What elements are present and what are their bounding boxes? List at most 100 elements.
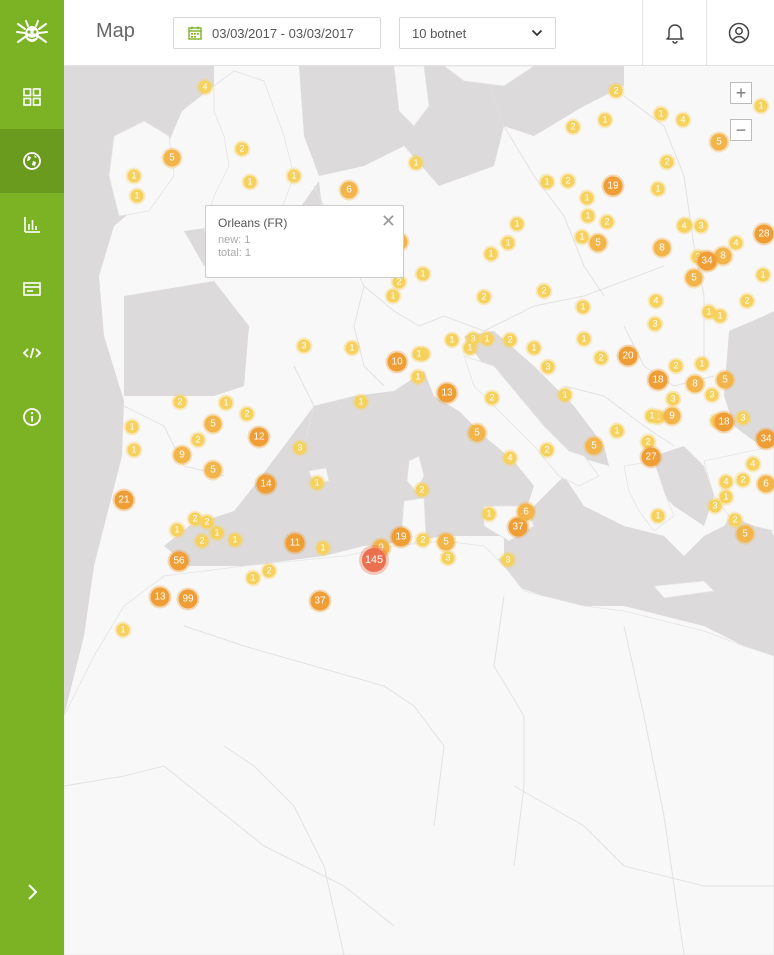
map-marker[interactable]: 1 (540, 175, 554, 189)
map-marker[interactable]: 1 (702, 305, 716, 319)
map-marker[interactable]: 6 (517, 503, 535, 521)
map-marker[interactable]: 4 (503, 451, 517, 465)
map-marker[interactable]: 5 (437, 533, 455, 551)
botnet-select[interactable]: 10 botnet (399, 17, 556, 49)
map-canvas[interactable]: + − 421421155211611211921111111211315483… (64, 66, 774, 955)
map-marker[interactable]: 2 (477, 290, 491, 304)
map-marker[interactable]: 1 (345, 341, 359, 355)
map-marker[interactable]: 4 (746, 457, 760, 471)
popup-close-icon[interactable]: ✕ (381, 212, 396, 230)
map-marker[interactable]: 1 (651, 182, 665, 196)
map-marker[interactable]: 2 (416, 533, 430, 547)
map-marker[interactable]: 1 (228, 533, 242, 547)
map-marker[interactable]: 34 (697, 251, 717, 271)
map-marker[interactable]: 2 (641, 435, 655, 449)
map-marker[interactable]: 3 (441, 551, 455, 565)
map-marker[interactable]: 3 (648, 317, 662, 331)
map-marker[interactable]: 1 (482, 507, 496, 521)
map-marker[interactable]: 1 (130, 189, 144, 203)
map-marker[interactable]: 5 (204, 461, 222, 479)
map-marker[interactable]: 27 (641, 447, 661, 467)
map-marker[interactable]: 2 (728, 513, 742, 527)
map-marker[interactable]: 2 (566, 120, 580, 134)
map-marker[interactable]: 5 (163, 149, 181, 167)
map-marker[interactable]: 2 (600, 215, 614, 229)
map-marker[interactable]: 145 (362, 548, 386, 572)
map-marker[interactable]: 3 (736, 411, 750, 425)
map-marker[interactable]: 8 (686, 375, 704, 393)
zoom-in-button[interactable]: + (730, 82, 752, 104)
map-marker[interactable]: 1 (695, 357, 709, 371)
map-marker[interactable]: 3 (541, 360, 555, 374)
map-marker[interactable]: 4 (649, 294, 663, 308)
map-marker[interactable]: 1 (719, 490, 733, 504)
map-marker[interactable]: 1 (480, 332, 494, 346)
map-marker[interactable]: 2 (235, 142, 249, 156)
map-marker[interactable]: 1 (210, 526, 224, 540)
map-marker[interactable]: 1 (610, 424, 624, 438)
map-marker[interactable]: 3 (293, 441, 307, 455)
map-marker[interactable]: 11 (285, 533, 305, 553)
map-marker[interactable]: 5 (710, 133, 728, 151)
map-marker[interactable]: 10 (387, 352, 407, 372)
map-marker[interactable]: 2 (660, 155, 674, 169)
map-marker[interactable]: 1 (411, 370, 425, 384)
map-marker[interactable]: 2 (594, 351, 608, 365)
nav-statistics[interactable] (0, 193, 64, 257)
map-marker[interactable]: 1 (354, 395, 368, 409)
map-marker[interactable]: 1 (576, 300, 590, 314)
map-marker[interactable]: 2 (195, 534, 209, 548)
map-marker[interactable]: 6 (340, 181, 358, 199)
map-marker[interactable]: 3 (705, 388, 719, 402)
map-marker[interactable]: 1 (501, 236, 515, 250)
map-marker[interactable]: 2 (191, 433, 205, 447)
map-marker[interactable]: 4 (198, 80, 212, 94)
map-marker[interactable]: 19 (391, 527, 411, 547)
map-marker[interactable]: 1 (651, 509, 665, 523)
map-marker[interactable]: 2 (537, 284, 551, 298)
map-marker[interactable]: 1 (484, 247, 498, 261)
map-marker[interactable]: 18 (714, 412, 734, 432)
map-marker[interactable]: 4 (677, 219, 691, 233)
map-marker[interactable]: 2 (609, 84, 623, 98)
map-marker[interactable]: 4 (729, 236, 743, 250)
map-marker[interactable]: 4 (719, 475, 733, 489)
zoom-out-button[interactable]: − (730, 119, 752, 141)
nav-dashboard[interactable] (0, 65, 64, 129)
map-marker[interactable]: 5 (685, 269, 703, 287)
map-marker[interactable]: 1 (580, 191, 594, 205)
map-marker[interactable]: 1 (310, 476, 324, 490)
map-marker[interactable]: 9 (173, 446, 191, 464)
map-marker[interactable]: 1 (243, 175, 257, 189)
map-marker[interactable]: 2 (740, 294, 754, 308)
date-range-picker[interactable]: 03/03/2017 - 03/03/2017 (173, 17, 381, 49)
map-marker[interactable]: 2 (173, 395, 187, 409)
map-marker[interactable]: 6 (757, 475, 774, 493)
logo[interactable] (0, 0, 64, 65)
map-marker[interactable]: 1 (598, 113, 612, 127)
map-marker[interactable]: 13 (437, 383, 457, 403)
nav-info[interactable] (0, 385, 64, 449)
map-marker[interactable]: 1 (125, 420, 139, 434)
map-marker[interactable]: 21 (114, 490, 134, 510)
map-marker[interactable]: 99 (178, 589, 198, 609)
map-marker[interactable]: 2 (503, 333, 517, 347)
map-marker[interactable]: 2 (736, 473, 750, 487)
map-marker[interactable]: 1 (445, 333, 459, 347)
map-marker[interactable]: 1 (577, 332, 591, 346)
map-marker[interactable]: 56 (169, 551, 189, 571)
map-marker[interactable]: 2 (200, 515, 214, 529)
map-marker[interactable]: 3 (694, 219, 708, 233)
map-marker[interactable]: 3 (297, 339, 311, 353)
map-marker[interactable]: 1 (116, 623, 130, 637)
map-marker[interactable]: 1 (463, 341, 477, 355)
map-marker[interactable]: 1 (412, 347, 426, 361)
map-marker[interactable]: 1 (581, 209, 595, 223)
map-marker[interactable]: 2 (561, 174, 575, 188)
map-marker[interactable]: 5 (589, 234, 607, 252)
map-marker[interactable]: 1 (416, 267, 430, 281)
map-marker[interactable]: 8 (653, 239, 671, 257)
map-marker[interactable]: 2 (240, 407, 254, 421)
map-marker[interactable]: 9 (663, 407, 681, 425)
map-marker[interactable]: 1 (654, 107, 668, 121)
